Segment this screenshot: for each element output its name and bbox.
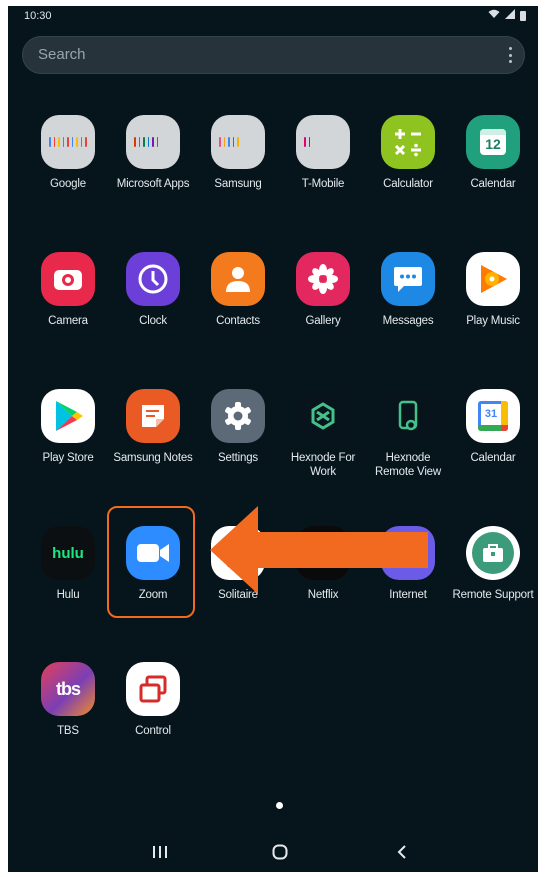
zoom-highlight-box bbox=[107, 506, 195, 618]
camera-icon bbox=[41, 252, 95, 306]
app-gallery[interactable]: Gallery bbox=[281, 252, 365, 328]
page-indicator-dot[interactable] bbox=[276, 802, 283, 809]
app-label: Samsung bbox=[214, 178, 262, 190]
app-play-music[interactable]: Play Music bbox=[451, 252, 535, 328]
remote-support-icon bbox=[466, 526, 520, 580]
app-microsoft-folder[interactable]: Microsoft Apps bbox=[111, 115, 195, 191]
app-settings[interactable]: Settings bbox=[196, 389, 280, 465]
hulu-logo: hulu bbox=[52, 544, 84, 562]
tbs-logo: tbs bbox=[56, 678, 81, 699]
app-label: Clock bbox=[139, 315, 167, 327]
home-screen: 10:30 Search Google Microsoft Apps Samsu… bbox=[8, 6, 538, 872]
calendar-date: 31 bbox=[484, 408, 498, 420]
samsung-notes-icon bbox=[126, 389, 180, 443]
gallery-icon bbox=[296, 252, 350, 306]
app-control[interactable]: Control bbox=[111, 662, 195, 738]
app-google-calendar[interactable]: 31 Calendar bbox=[451, 389, 535, 465]
app-label: Calendar bbox=[470, 452, 516, 464]
pointer-arrow-icon bbox=[210, 506, 428, 594]
home-icon[interactable] bbox=[272, 844, 288, 865]
settings-icon bbox=[211, 389, 265, 443]
recent-apps-icon[interactable] bbox=[151, 845, 169, 864]
app-hexnode-remote-view[interactable]: Hexnode Remote View bbox=[366, 389, 450, 479]
app-samsung-notes[interactable]: Samsung Notes bbox=[111, 389, 195, 465]
tbs-icon: tbs bbox=[41, 662, 95, 716]
hulu-icon: hulu bbox=[41, 526, 95, 580]
app-tbs[interactable]: tbs TBS bbox=[26, 662, 110, 738]
app-hulu[interactable]: hulu Hulu bbox=[26, 526, 110, 602]
calendar-icon: 12 bbox=[466, 115, 520, 169]
battery-icon bbox=[520, 10, 526, 21]
clock-icon bbox=[126, 252, 180, 306]
play-music-icon bbox=[466, 252, 520, 306]
contacts-icon bbox=[211, 252, 265, 306]
control-icon bbox=[126, 662, 180, 716]
app-label: Messages bbox=[382, 315, 434, 327]
app-label: TBS bbox=[57, 725, 79, 737]
search-input[interactable]: Search bbox=[38, 46, 86, 63]
wifi-icon bbox=[488, 9, 500, 22]
app-label: Hulu bbox=[56, 589, 80, 601]
hexnode-remote-view-icon bbox=[381, 389, 435, 443]
app-label: Microsoft Apps bbox=[116, 178, 190, 190]
app-label: Settings bbox=[218, 452, 258, 464]
calendar-date: 12 bbox=[485, 136, 501, 152]
status-bar: 10:30 bbox=[8, 6, 538, 28]
navigation-bar bbox=[8, 832, 538, 872]
app-label: Remote Support bbox=[452, 589, 534, 601]
app-contacts[interactable]: Contacts bbox=[196, 252, 280, 328]
samsung-folder-icon bbox=[211, 115, 265, 169]
app-label: Play Music bbox=[466, 315, 520, 327]
app-clock[interactable]: Clock bbox=[111, 252, 195, 328]
app-calendar[interactable]: 12 Calendar bbox=[451, 115, 535, 191]
app-label: Calendar bbox=[470, 178, 516, 190]
app-remote-support[interactable]: Remote Support bbox=[451, 526, 535, 602]
app-hexnode-for-work[interactable]: Hexnode For Work bbox=[281, 389, 365, 479]
play-store-icon bbox=[41, 389, 95, 443]
tmobile-folder-icon bbox=[296, 115, 350, 169]
app-play-store[interactable]: Play Store bbox=[26, 389, 110, 465]
app-samsung-folder[interactable]: Samsung bbox=[196, 115, 280, 191]
microsoft-folder-icon bbox=[126, 115, 180, 169]
app-messages[interactable]: Messages bbox=[366, 252, 450, 328]
app-label: T-Mobile bbox=[301, 178, 345, 190]
calculator-icon bbox=[381, 115, 435, 169]
search-bar[interactable]: Search bbox=[22, 36, 525, 74]
app-label: Hexnode Remote View bbox=[375, 452, 441, 478]
app-label: Google bbox=[50, 178, 86, 190]
google-calendar-icon: 31 bbox=[466, 389, 520, 443]
app-label: Gallery bbox=[305, 315, 341, 327]
app-label: Samsung Notes bbox=[113, 452, 193, 464]
app-label: Control bbox=[135, 725, 171, 737]
app-tmobile-folder[interactable]: T-Mobile bbox=[281, 115, 365, 191]
app-label: Camera bbox=[48, 315, 88, 327]
signal-icon bbox=[505, 9, 515, 22]
messages-icon bbox=[381, 252, 435, 306]
app-label: Calculator bbox=[383, 178, 433, 190]
google-folder-icon bbox=[41, 115, 95, 169]
more-options-icon[interactable] bbox=[509, 47, 513, 63]
app-camera[interactable]: Camera bbox=[26, 252, 110, 328]
app-label: Contacts bbox=[216, 315, 260, 327]
hexnode-for-work-icon bbox=[296, 389, 350, 443]
app-label: Hexnode For Work bbox=[290, 452, 356, 478]
app-label: Play Store bbox=[42, 452, 94, 464]
app-calculator[interactable]: Calculator bbox=[366, 115, 450, 191]
app-google-folder[interactable]: Google bbox=[26, 115, 110, 191]
status-time: 10:30 bbox=[24, 10, 52, 22]
back-icon[interactable] bbox=[396, 844, 408, 865]
